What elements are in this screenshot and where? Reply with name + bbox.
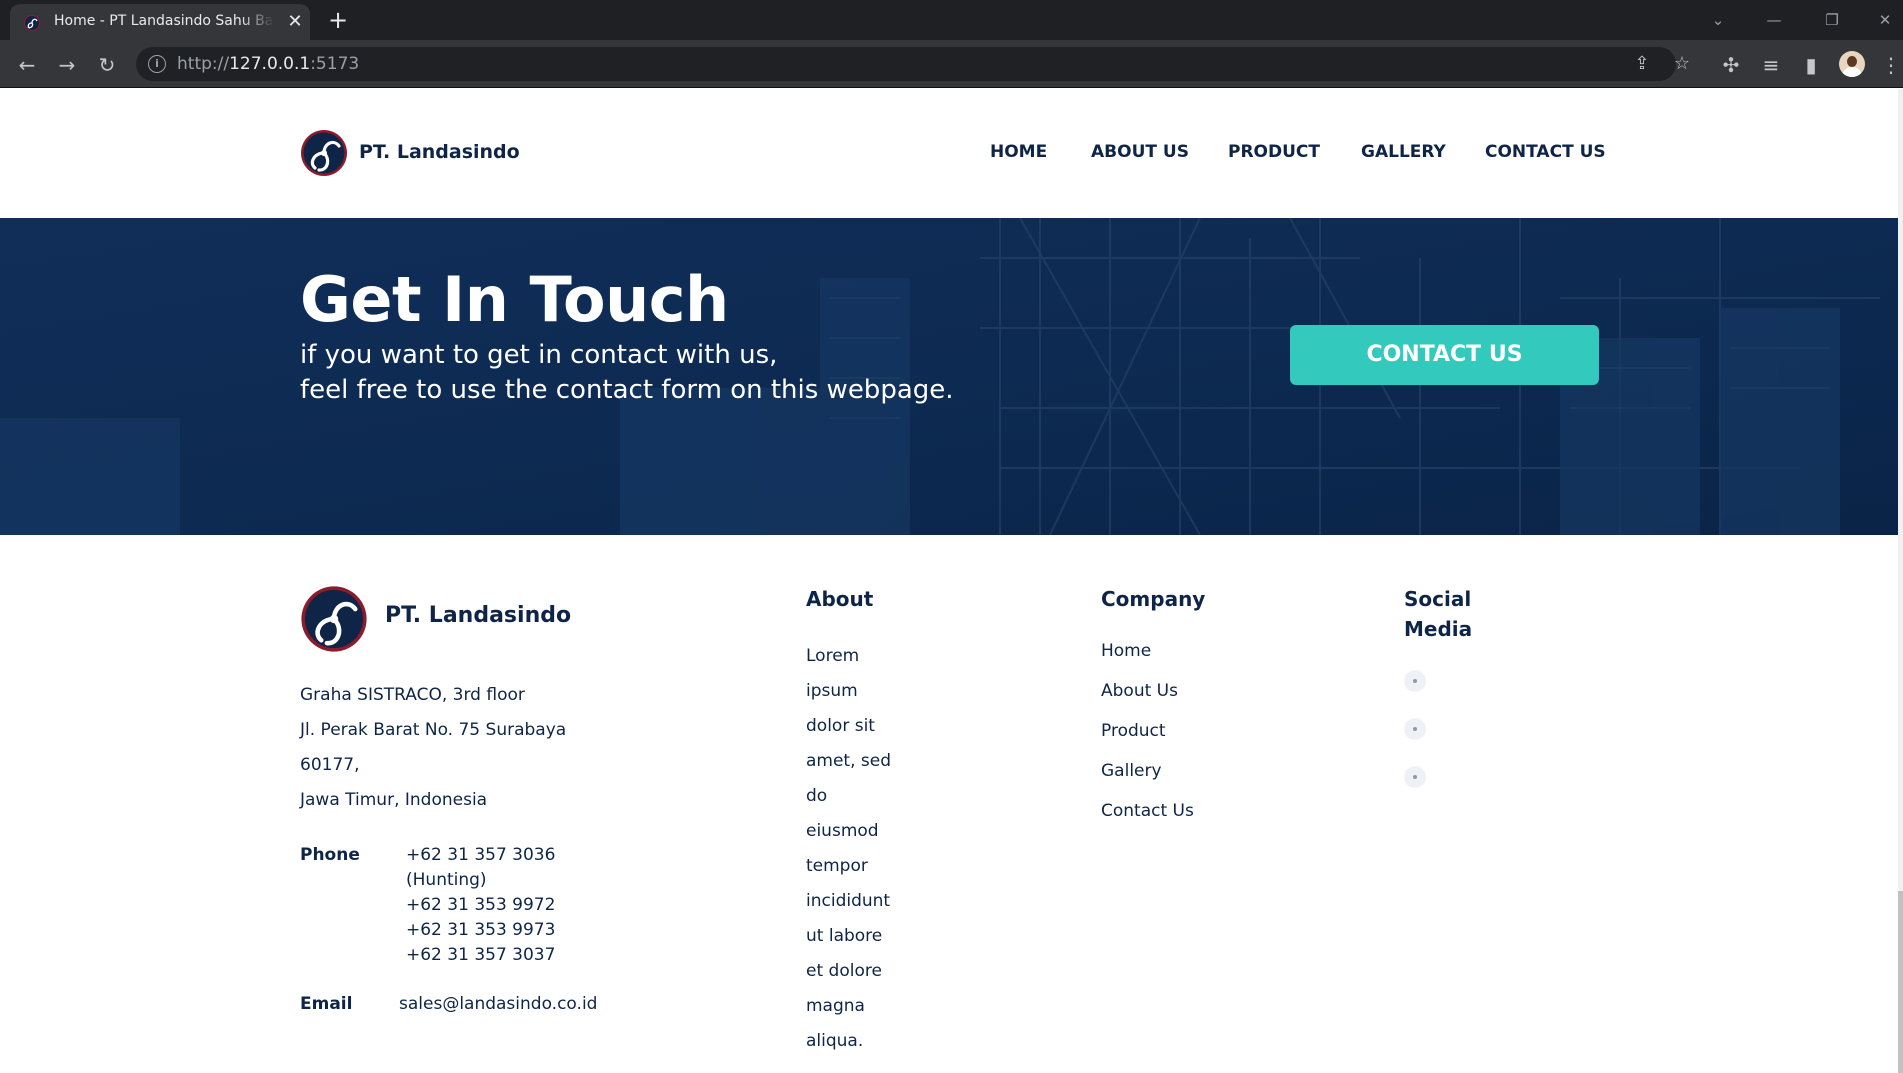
url-host: 127.0.0.1 — [229, 54, 311, 74]
footer-link-product[interactable]: Product — [1101, 721, 1166, 741]
profile-avatar[interactable] — [1839, 51, 1865, 77]
hero-subtitle-line1: if you want to get in contact with us, — [300, 340, 778, 370]
avatar-body — [1843, 67, 1861, 77]
hero-contact-button[interactable]: CONTACT US — [1290, 325, 1599, 385]
phone-number: +62 31 357 3036 — [406, 845, 556, 865]
social-heading-line2: Media — [1404, 617, 1473, 641]
nav-about-us[interactable]: ABOUT US — [1091, 142, 1189, 162]
footer-link-about-us[interactable]: About Us — [1101, 681, 1178, 701]
browser-toolbar: ← → ↻ i http://127.0.0.1:5173 ⇪ ☆ ✣ ≡ ▮ … — [0, 40, 1903, 88]
address-line: Jl. Perak Barat No. 75 Surabaya — [300, 720, 567, 740]
about-heading: About — [806, 587, 874, 611]
extensions-icon[interactable]: ✣ — [1718, 52, 1744, 78]
browser-tabstrip: Home - PT Landasindo Sahu Bar ✕ + ⌄ — ❐ … — [0, 0, 1903, 40]
hero-title: Get In Touch — [300, 263, 729, 336]
nav-product[interactable]: PRODUCT — [1228, 142, 1320, 162]
brand-name[interactable]: PT. Landasindo — [359, 141, 520, 163]
footer-link-contact-us[interactable]: Contact Us — [1101, 801, 1194, 821]
social-icon-1[interactable] — [1404, 670, 1426, 692]
address-bar[interactable]: i http://127.0.0.1:5173 ⇪ ☆ — [136, 47, 1690, 81]
about-text-line: et dolore — [806, 961, 882, 981]
address-line: 60177, — [300, 755, 360, 775]
address-line: Graha SISTRACO, 3rd floor — [300, 685, 525, 705]
social-icon-glyph — [1413, 727, 1417, 731]
about-text-line: Lorem — [806, 646, 860, 666]
tab-title: Home - PT Landasindo Sahu Bar — [54, 13, 274, 29]
phone-label: Phone — [300, 845, 360, 865]
reload-icon[interactable]: ↻ — [94, 52, 120, 78]
back-icon[interactable]: ← — [14, 52, 40, 78]
avatar-head — [1847, 56, 1857, 67]
browser-menu-icon[interactable]: ⋮ — [1878, 52, 1903, 78]
brand-logo-icon[interactable] — [300, 129, 348, 177]
address-line: Jawa Timur, Indonesia — [300, 790, 488, 810]
social-icon-glyph — [1413, 775, 1417, 779]
social-heading-line1: Social — [1404, 587, 1472, 611]
phone-number: +62 31 357 3037 — [406, 945, 556, 965]
share-icon[interactable]: ⇪ — [1631, 53, 1653, 75]
about-text-line: eiusmod — [806, 821, 879, 841]
site-info-icon[interactable]: i — [148, 55, 166, 73]
footer-brand-name: PT. Landasindo — [385, 603, 572, 628]
nav-home[interactable]: HOME — [990, 142, 1047, 162]
restore-icon[interactable]: ❐ — [1820, 8, 1844, 32]
footer-logo-icon — [301, 586, 367, 652]
new-tab-icon[interactable]: + — [326, 8, 350, 32]
about-text-line: dolor sit — [806, 716, 875, 736]
url-scheme: http:// — [177, 54, 230, 74]
page-scrollbar[interactable] — [1898, 89, 1903, 1073]
about-text-line: aliqua. — [806, 1031, 864, 1051]
nav-contact-us[interactable]: CONTACT US — [1485, 142, 1606, 162]
nav-gallery[interactable]: GALLERY — [1361, 142, 1446, 162]
side-panel-icon[interactable]: ▮ — [1798, 52, 1824, 78]
forward-icon[interactable]: → — [54, 52, 80, 78]
hero-section: Get In Touch if you want to get in conta… — [0, 218, 1898, 535]
social-icon-2[interactable] — [1404, 718, 1426, 740]
close-window-icon[interactable]: ✕ — [1873, 8, 1897, 32]
about-text-line: magna — [806, 996, 865, 1016]
footer-link-home[interactable]: Home — [1101, 641, 1151, 661]
phone-note: (Hunting) — [406, 870, 487, 890]
url-port: :5173 — [310, 54, 360, 74]
tab-close-icon[interactable]: ✕ — [285, 12, 305, 32]
page-viewport: PT. Landasindo HOME ABOUT US PRODUCT GAL… — [0, 89, 1903, 1073]
tab-search-icon[interactable]: ⌄ — [1706, 8, 1730, 32]
about-text-line: do — [806, 786, 828, 806]
social-icon-3[interactable] — [1404, 766, 1426, 788]
site-navbar: PT. Landasindo HOME ABOUT US PRODUCT GAL… — [0, 89, 1898, 218]
about-text-line: amet, sed — [806, 751, 892, 771]
phone-number: +62 31 353 9972 — [406, 895, 556, 915]
tab-favicon-icon — [24, 15, 40, 31]
phone-number: +62 31 353 9973 — [406, 920, 556, 940]
url-text: http://127.0.0.1:5173 — [177, 54, 359, 74]
email-label: Email — [300, 994, 353, 1014]
about-text-line: tempor — [806, 856, 868, 876]
about-text-line: ut labore — [806, 926, 883, 946]
scrollbar-thumb[interactable] — [1898, 891, 1903, 1073]
footer-link-gallery[interactable]: Gallery — [1101, 761, 1162, 781]
minimize-icon[interactable]: — — [1762, 8, 1786, 32]
hero-subtitle-line2: feel free to use the contact form on thi… — [300, 375, 954, 405]
company-heading: Company — [1101, 587, 1206, 611]
bookmark-star-icon[interactable]: ☆ — [1671, 53, 1693, 75]
about-text-line: incididunt — [806, 891, 891, 911]
browser-tab[interactable]: Home - PT Landasindo Sahu Bar ✕ — [10, 4, 310, 40]
email-link[interactable]: sales@landasindo.co.id — [399, 994, 597, 1014]
about-text-line: ipsum — [806, 681, 858, 701]
media-control-icon[interactable]: ≡ — [1758, 52, 1784, 78]
social-icon-glyph — [1413, 679, 1417, 683]
